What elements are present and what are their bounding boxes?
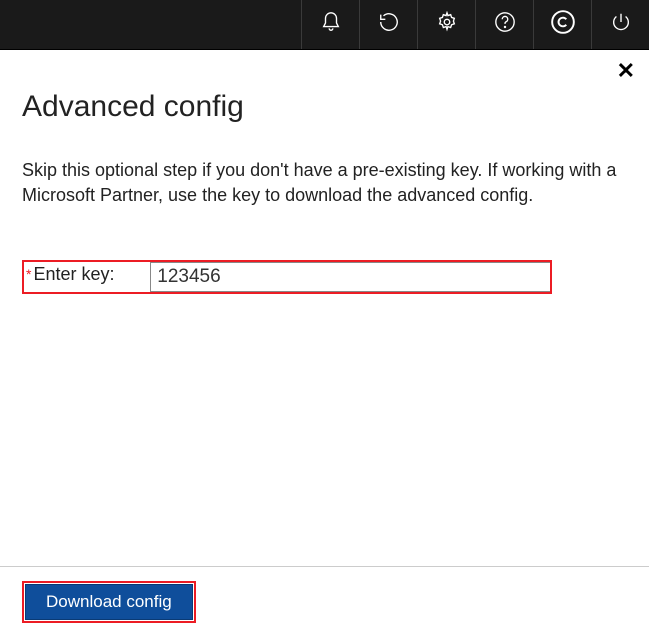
bell-icon bbox=[320, 11, 342, 38]
gear-icon bbox=[436, 11, 458, 38]
power-icon bbox=[610, 11, 632, 38]
enter-key-label: Enter key: bbox=[31, 262, 150, 292]
page-title: Advanced config bbox=[0, 50, 649, 124]
settings-button[interactable] bbox=[417, 0, 475, 49]
download-config-button[interactable]: Download config bbox=[25, 584, 193, 620]
notifications-button[interactable] bbox=[301, 0, 359, 49]
enter-key-field: * Enter key: bbox=[22, 260, 552, 294]
close-button[interactable]: ✕ bbox=[617, 60, 635, 82]
refresh-icon bbox=[378, 11, 400, 38]
enter-key-input[interactable] bbox=[150, 262, 550, 292]
refresh-button[interactable] bbox=[359, 0, 417, 49]
copyright-button[interactable] bbox=[533, 0, 591, 49]
close-icon: ✕ bbox=[617, 58, 635, 83]
power-button[interactable] bbox=[591, 0, 649, 49]
description-text: Skip this optional step if you don't hav… bbox=[0, 124, 649, 208]
help-icon bbox=[494, 11, 516, 38]
download-config-highlight: Download config bbox=[22, 581, 196, 623]
advanced-config-panel: ✕ Advanced config Skip this optional ste… bbox=[0, 50, 649, 294]
footer-bar: Download config bbox=[0, 566, 649, 637]
top-toolbar bbox=[0, 0, 649, 50]
help-button[interactable] bbox=[475, 0, 533, 49]
required-indicator: * bbox=[24, 262, 31, 292]
copyright-icon bbox=[550, 9, 576, 40]
